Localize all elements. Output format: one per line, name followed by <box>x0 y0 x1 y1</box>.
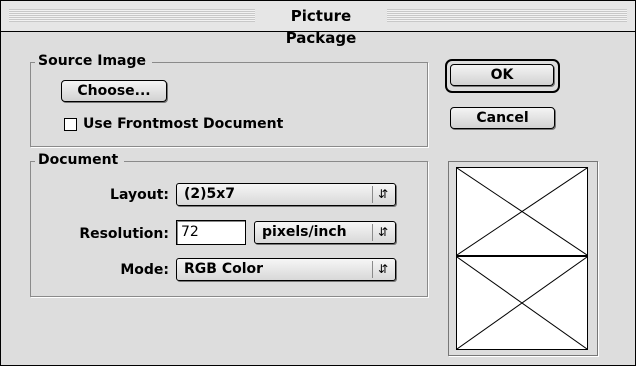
select-divider <box>372 224 373 241</box>
title-bar-stripes-left <box>9 9 255 22</box>
select-divider <box>372 186 373 203</box>
dialog-title: Picture Package <box>285 7 357 47</box>
picture-package-dialog: Picture Package Source Image Choose... U… <box>0 0 636 366</box>
source-image-group <box>30 62 428 147</box>
updown-arrows-icon: ⇵ <box>377 262 389 276</box>
layout-preview-cell-top <box>456 167 588 256</box>
cancel-button[interactable]: Cancel <box>450 107 555 129</box>
crossed-box-icon <box>456 167 588 256</box>
mode-select-value: RGB Color <box>184 261 264 277</box>
updown-arrows-icon: ⇵ <box>377 225 389 239</box>
updown-arrows-icon: ⇵ <box>377 187 389 201</box>
use-frontmost-checkbox[interactable] <box>64 118 77 131</box>
layout-select[interactable]: (2)5x7 ⇵ <box>176 183 396 206</box>
layout-select-value: (2)5x7 <box>184 186 236 202</box>
ok-button[interactable]: OK <box>450 64 554 86</box>
resolution-input[interactable]: 72 <box>176 220 246 245</box>
resolution-unit-select[interactable]: pixels/inch ⇵ <box>254 221 396 244</box>
choose-button[interactable]: Choose... <box>61 80 167 102</box>
source-image-group-label: Source Image <box>35 52 153 70</box>
resolution-unit-value: pixels/inch <box>262 224 347 240</box>
mode-select[interactable]: RGB Color ⇵ <box>176 258 396 281</box>
select-divider <box>372 261 373 278</box>
crossed-box-icon <box>456 256 588 350</box>
resolution-label: Resolution: <box>79 226 169 242</box>
layout-preview-cell-bottom <box>456 256 588 350</box>
layout-label: Layout: <box>110 187 169 203</box>
mode-label: Mode: <box>120 262 169 278</box>
title-bar[interactable]: Picture Package <box>1 1 635 47</box>
use-frontmost-label[interactable]: Use Frontmost Document <box>83 115 283 133</box>
resolution-input-value: 72 <box>181 224 199 240</box>
document-group-label: Document <box>35 151 125 169</box>
title-bar-stripes-right <box>387 9 627 22</box>
